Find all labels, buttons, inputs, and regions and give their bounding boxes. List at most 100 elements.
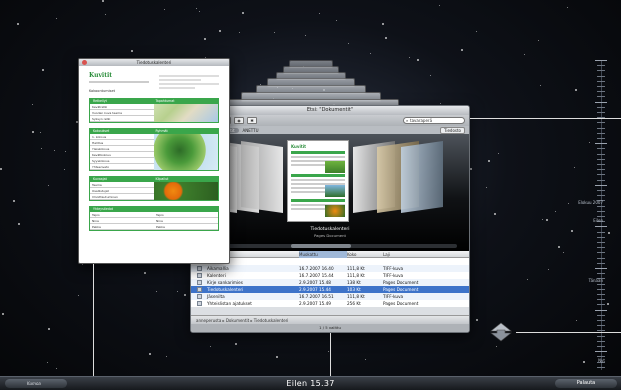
- timeline-tick[interactable]: [597, 340, 605, 342]
- timeline-tick[interactable]: [597, 91, 605, 93]
- timeline-tick[interactable]: [597, 75, 605, 77]
- timeline-tick[interactable]: [597, 80, 605, 82]
- timeline-tick[interactable]: [597, 195, 605, 197]
- timeline-tick[interactable]: [597, 122, 605, 124]
- timeline-tick[interactable]: [597, 236, 605, 238]
- file-icon: [197, 266, 202, 271]
- timeline-tick[interactable]: [597, 190, 605, 191]
- timeline-tick[interactable]: [597, 169, 605, 171]
- timeline-tick[interactable]: [597, 210, 605, 212]
- timeline-tick[interactable]: [595, 101, 607, 103]
- timeline-tick[interactable]: [597, 288, 605, 290]
- timeline-tick[interactable]: [595, 60, 607, 61]
- coverflow-scrollbar[interactable]: [203, 244, 457, 248]
- timeline-tick[interactable]: [597, 158, 605, 160]
- timeline-tick[interactable]: [595, 268, 607, 269]
- star: [104, 13, 106, 15]
- timeline-tick[interactable]: [595, 184, 607, 186]
- timeline-label[interactable]: Tänään: [589, 278, 603, 283]
- timeline-tick[interactable]: [597, 262, 605, 264]
- coverflow-caption: Tiedotuskalenteri: [310, 227, 350, 232]
- timeline-tick[interactable]: [595, 309, 607, 311]
- timeline-tick[interactable]: [597, 335, 605, 337]
- timeline-tick[interactable]: [595, 351, 607, 353]
- quicklook-window[interactable]: Tiedotuskalenteri Kuvitit Kokoontumiset …: [78, 58, 230, 264]
- star: [369, 53, 371, 55]
- file-kind: [383, 258, 423, 265]
- star: [574, 167, 576, 169]
- coverflow-view[interactable]: Kuvitit Tiedotuskalenteri Pages Document: [191, 134, 469, 251]
- timeline-tick[interactable]: [597, 242, 605, 243]
- star: [417, 58, 420, 61]
- coverflow-selected-item[interactable]: Kuvitit: [287, 140, 349, 222]
- file-row[interactable]: Jäsenilta 16.7.2007 16.51 111,8 Kt TIFF-kuv…: [191, 293, 469, 300]
- time-navigation-arrows[interactable]: [487, 321, 515, 343]
- star: [218, 30, 221, 33]
- timeline-tick[interactable]: [597, 273, 605, 275]
- timeline-tick[interactable]: [597, 294, 605, 295]
- finder-window[interactable]: Etsi: "Dokumentit" ◂ ▸ ▦ ◉ ✱ ⌕ tavaraper…: [190, 105, 470, 333]
- file-row[interactable]: Tiedotuskalenteri 2.9.2007 15.44 103 Kt Pag…: [191, 286, 469, 293]
- timeline-tick[interactable]: [597, 65, 605, 67]
- timeline-tick[interactable]: [597, 314, 605, 316]
- timeline-tick[interactable]: [597, 96, 605, 98]
- column-header-kind[interactable]: Laji: [383, 251, 423, 258]
- file-row[interactable]: Kalenteri 16.7.2007 15.44 111,8 Kt TIFF-kuv…: [191, 272, 469, 279]
- restore-button[interactable]: Palauta: [555, 379, 617, 388]
- scrollbar-thumb[interactable]: [291, 244, 351, 248]
- timeline-tick[interactable]: [597, 112, 605, 113]
- star: [475, 31, 477, 33]
- timeline-tick[interactable]: [597, 247, 605, 249]
- timeline-tick[interactable]: [595, 226, 607, 228]
- timeline-tick[interactable]: [597, 325, 605, 327]
- timeline-tick[interactable]: [597, 320, 605, 321]
- timeline-tick[interactable]: [597, 252, 605, 254]
- file-row[interactable]: Aikamallia 16.7.2007 16.40 111,8 Kt TIFF-ku…: [191, 265, 469, 272]
- search-input[interactable]: ⌕ tavaraperä: [403, 117, 465, 124]
- timeline-tick[interactable]: [597, 127, 605, 129]
- timeline-tick[interactable]: [597, 346, 605, 347]
- file-kind: Pages Document: [383, 301, 419, 306]
- timeline-tick[interactable]: [597, 205, 605, 207]
- file-row[interactable]: Kirje sankarimies 2.9.2007 15.48 138 Kt Pag…: [191, 279, 469, 286]
- file-row[interactable]: Asiakirjat: [191, 258, 469, 265]
- sort-select[interactable]: Tiedosto: [440, 126, 465, 134]
- timeline-tick[interactable]: [597, 283, 605, 285]
- timeline-tick[interactable]: [597, 216, 605, 217]
- timeline-tick[interactable]: [597, 153, 605, 155]
- coverflow-item[interactable]: [241, 141, 283, 213]
- timeline-tick[interactable]: [597, 179, 605, 181]
- timeline-label[interactable]: Elokuu 2007: [578, 200, 603, 205]
- timeline-tick[interactable]: [597, 304, 605, 306]
- scope-user[interactable]: ANETTU: [243, 128, 259, 133]
- timeline-tick[interactable]: [597, 231, 605, 233]
- finder-title-bar[interactable]: Etsi: "Dokumentit": [191, 106, 469, 115]
- timeline-tick[interactable]: [597, 132, 605, 134]
- timeline-label[interactable]: Nyt: [598, 358, 605, 363]
- timeline-tick[interactable]: [597, 366, 605, 368]
- path-bar: anneperusta ▸ Dokumentit ▸ Tiedotuskalen…: [191, 315, 469, 324]
- timeline-tick[interactable]: [597, 70, 605, 72]
- star: [42, 69, 45, 72]
- column-header-size[interactable]: Koko: [347, 251, 383, 258]
- coverflow-item[interactable]: [401, 141, 443, 213]
- timeline-tick[interactable]: [595, 143, 607, 145]
- timeline-tick[interactable]: [597, 148, 605, 150]
- timeline[interactable]: Elokuu 2007 Eilen Tänään Nyt: [578, 60, 615, 370]
- quicklook-title-bar[interactable]: Tiedotuskalenteri: [79, 59, 229, 66]
- timeline-tick[interactable]: [597, 164, 605, 165]
- action-gear-icon[interactable]: ✱: [247, 117, 257, 124]
- close-icon[interactable]: [82, 60, 87, 65]
- timeline-tick[interactable]: [597, 106, 605, 108]
- file-kind: TIFF-kuva: [383, 273, 404, 278]
- timeline-tick[interactable]: [597, 86, 605, 87]
- timeline-tick[interactable]: [597, 299, 605, 301]
- document-section: Kuvaajat Kilpailut Teema Osallistujat Ilmoit…: [89, 176, 219, 201]
- quicklook-eye-icon[interactable]: ◉: [234, 117, 244, 124]
- timeline-tick[interactable]: [597, 174, 605, 176]
- timeline-label[interactable]: Eilen: [593, 218, 603, 223]
- timeline-tick[interactable]: [597, 138, 605, 139]
- timeline-tick[interactable]: [597, 257, 605, 259]
- column-header-modified[interactable]: Muokattu: [299, 251, 347, 258]
- file-row[interactable]: Yhteislistan ajatukset 2.9.2007 15.49 256 …: [191, 300, 469, 307]
